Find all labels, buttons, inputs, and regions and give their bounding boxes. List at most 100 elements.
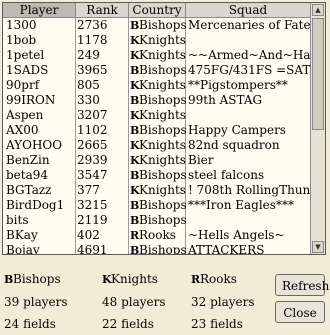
close-button[interactable]: Close bbox=[275, 301, 325, 323]
knights-flag-icon: K bbox=[130, 154, 140, 167]
rooks-flag-icon: R bbox=[191, 273, 201, 286]
player-country: KKnights bbox=[130, 48, 186, 63]
knights-label: Knights bbox=[111, 272, 158, 286]
table-row[interactable]: BGTazz 377 KKnights! 708th RollingThunder … bbox=[3, 183, 311, 198]
table-row[interactable]: bits 2119 BBishops bbox=[3, 213, 311, 228]
column-header-rank[interactable]: Rank bbox=[76, 3, 129, 18]
player-name: 1petel bbox=[6, 48, 45, 62]
player-name: 1300 bbox=[6, 18, 37, 32]
country-name: Bishops bbox=[139, 243, 186, 255]
country-name: Bishops bbox=[139, 93, 186, 107]
rooks-summary: RRooks 32 players 23 fields bbox=[191, 268, 255, 335]
player-squad: ***Iron Eagles*** bbox=[188, 198, 294, 212]
bishops-flag-icon: B bbox=[130, 169, 140, 182]
country-name: Rooks bbox=[139, 228, 176, 242]
table-row[interactable]: BenZin 2939 KKnights Bier bbox=[3, 153, 311, 168]
rooks-label: Rooks bbox=[200, 272, 237, 286]
table-row[interactable]: AX00 1102 BBishops Happy Campers bbox=[3, 123, 311, 138]
player-rank: 2939 bbox=[77, 153, 108, 167]
knights-summary: KKnights 48 players 22 fields bbox=[102, 268, 166, 335]
country-name: Bishops bbox=[139, 198, 186, 212]
table-row[interactable]: BKay 402 RRooks ~Hells Angels~ bbox=[3, 228, 311, 243]
country-name: Knights bbox=[139, 78, 186, 92]
rooks-flag-icon: R bbox=[130, 229, 140, 242]
bishops-summary: BBishops 39 players 24 fields bbox=[4, 268, 68, 335]
player-squad: 99th ASTAG bbox=[188, 93, 263, 107]
player-rank: 1102 bbox=[77, 123, 108, 137]
player-list: Player Rank Country Squad 1300 2736 BBisho… bbox=[2, 2, 326, 255]
knights-flag-icon: K bbox=[130, 109, 140, 122]
player-country: BBishops bbox=[130, 123, 186, 138]
table-row[interactable]: beta94 3547 BBishops steel falcons bbox=[3, 168, 311, 183]
table-row[interactable]: 1300 2736 BBishops Mercenaries of Fate bbox=[3, 18, 311, 33]
player-squad: ! 708th RollingThunder ! bbox=[188, 183, 311, 197]
knights-player-count: 48 players bbox=[102, 295, 166, 309]
table-row[interactable]: 1SADS 3965 BBishops475FG/431FS =SATANS bbox=[3, 63, 311, 78]
table-row[interactable]: 1bob 1178 KKnights bbox=[3, 33, 311, 48]
bishops-flag-icon: B bbox=[130, 214, 140, 227]
bishops-flag-icon: B bbox=[130, 94, 140, 107]
bishops-flag-icon: B bbox=[130, 199, 140, 212]
player-name: bits bbox=[6, 213, 29, 227]
bishops-flag-icon: B bbox=[130, 244, 140, 255]
table-row[interactable]: 90prf 805 KKnights **Pigstompers** bbox=[3, 78, 311, 93]
country-name: Bishops bbox=[139, 168, 186, 182]
player-country: BBishops bbox=[130, 168, 186, 183]
table-row[interactable]: BirdDog1 3215 BBishops ***Iron Eagles*** bbox=[3, 198, 311, 213]
table-row[interactable]: 99IRON 330 BBishops 99th ASTAG bbox=[3, 93, 311, 108]
player-country: BBishops bbox=[130, 243, 186, 255]
table-row[interactable]: 1petel 249 KKnights~~Armed~And~Hammer bbox=[3, 48, 311, 63]
country-name: Knights bbox=[139, 108, 186, 122]
player-country: KKnights bbox=[130, 138, 186, 153]
player-country: KKnights bbox=[130, 33, 186, 48]
player-name: BKay bbox=[6, 228, 38, 242]
player-name: BGTazz bbox=[6, 183, 52, 197]
player-country: KKnights bbox=[130, 108, 186, 123]
bishops-flag-icon: B bbox=[130, 19, 140, 32]
player-country: RRooks bbox=[130, 228, 186, 243]
player-squad: Mercenaries of Fate bbox=[188, 18, 311, 32]
player-name: 99IRON bbox=[6, 93, 56, 107]
player-rank: 2736 bbox=[77, 18, 108, 32]
player-name: 1bob bbox=[6, 33, 37, 47]
rooks-player-count: 32 players bbox=[191, 295, 255, 309]
player-name: Bojay bbox=[6, 243, 40, 255]
player-country: BBishops bbox=[130, 18, 186, 33]
player-name: BirdDog1 bbox=[6, 198, 65, 212]
player-squad: ~~Armed~And~Hammer bbox=[188, 48, 311, 62]
column-header-squad[interactable]: Squad bbox=[186, 3, 311, 18]
refresh-button[interactable]: Refresh bbox=[275, 274, 329, 296]
column-header-player[interactable]: Player bbox=[3, 3, 76, 18]
table-row[interactable]: AYOHOO 2665 KKnights 82nd squadron bbox=[3, 138, 311, 153]
table-row[interactable]: Aspen 3207 KKnights bbox=[3, 108, 311, 123]
player-name: 90prf bbox=[6, 78, 40, 92]
knights-flag-icon: K bbox=[130, 49, 140, 62]
player-rank: 3215 bbox=[77, 198, 108, 212]
player-country: KKnights bbox=[130, 183, 186, 198]
table-row[interactable]: Bojay 4691 BBishops ATTACKERS bbox=[3, 243, 311, 255]
scroll-up-arrow-icon[interactable]: ▲ bbox=[312, 4, 324, 16]
column-header-country[interactable]: Country bbox=[129, 3, 186, 18]
knights-flag-icon: K bbox=[130, 184, 140, 197]
country-name: Knights bbox=[139, 183, 186, 197]
scroll-thumb[interactable] bbox=[312, 18, 324, 130]
bishops-flag-icon: B bbox=[130, 64, 140, 77]
player-rank: 2665 bbox=[77, 138, 108, 152]
bishops-flag-icon: B bbox=[130, 124, 140, 137]
knights-flag-icon: K bbox=[130, 79, 140, 92]
player-name: Aspen bbox=[6, 108, 44, 122]
player-rank: 2119 bbox=[77, 213, 108, 227]
player-rank: 3207 bbox=[77, 108, 108, 122]
knights-flag-icon: K bbox=[130, 139, 140, 152]
player-name: AYOHOO bbox=[6, 138, 63, 152]
bishops-flag-icon: B bbox=[4, 273, 14, 286]
country-name: Knights bbox=[139, 33, 186, 47]
player-rank: 3547 bbox=[77, 168, 108, 182]
player-name: 1SADS bbox=[6, 63, 49, 77]
player-rank: 4691 bbox=[77, 243, 108, 255]
vertical-scrollbar[interactable]: ▲ ▼ bbox=[310, 3, 325, 254]
scroll-down-arrow-icon[interactable]: ▼ bbox=[312, 241, 324, 253]
country-name: Bishops bbox=[139, 213, 186, 227]
player-rank: 249 bbox=[77, 48, 100, 62]
player-country: BBishops bbox=[130, 63, 186, 78]
